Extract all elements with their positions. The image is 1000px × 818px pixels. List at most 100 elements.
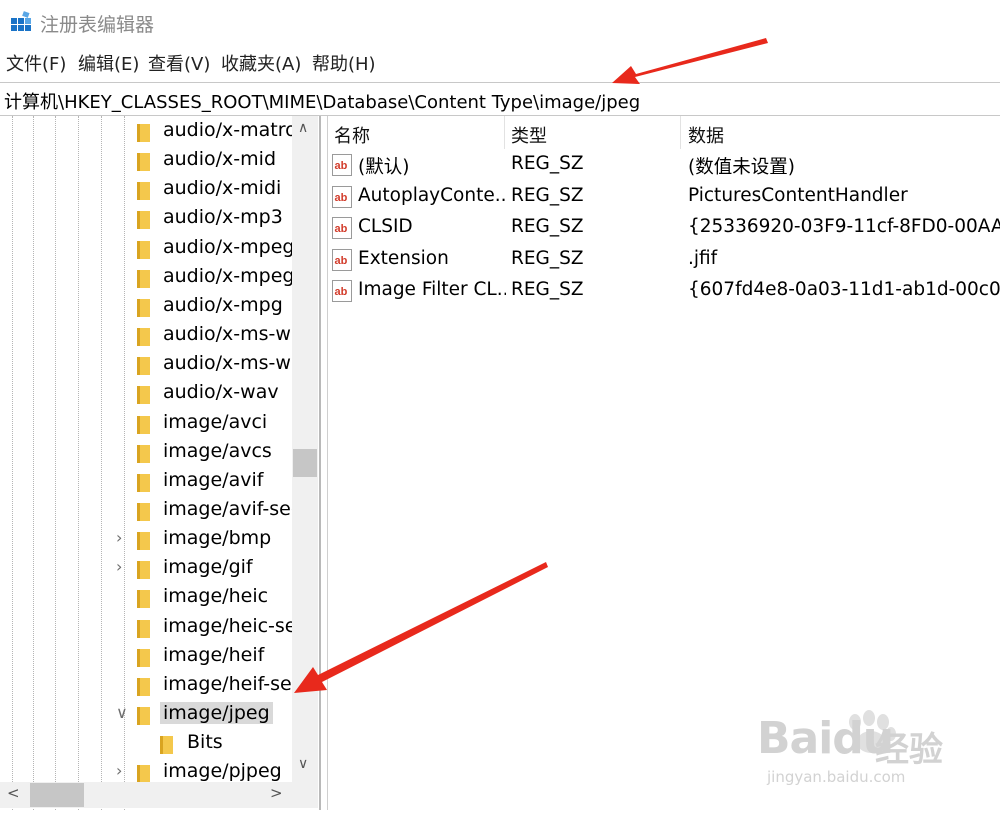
menu-edit[interactable]: 编辑(E) xyxy=(78,50,139,76)
folder-icon xyxy=(137,677,150,696)
scroll-down-icon[interactable]: ∨ xyxy=(298,756,308,772)
tree-item[interactable]: audio/x-mpegu xyxy=(0,264,307,293)
value-name[interactable]: (默认) xyxy=(358,153,506,179)
tree-item[interactable]: audio/x-wav xyxy=(0,380,292,409)
value-row[interactable]: ab (默认) REG_SZ (数值未设置) xyxy=(328,151,1000,181)
expand-icon[interactable]: › xyxy=(116,528,122,547)
tree-item-label[interactable]: audio/x-mpg xyxy=(163,294,283,316)
string-value-icon: ab xyxy=(332,185,352,208)
tree-hscroll-thumb[interactable] xyxy=(30,783,84,807)
key-tree-pane[interactable]: audio/x-matros audio/x-mid audio/x-midi aud… xyxy=(0,116,321,810)
value-data: {25336920-03F9-11cf-8FD0-00AA00 xyxy=(688,216,1000,237)
menu-file[interactable]: 文件(F) xyxy=(6,50,66,76)
tree-item-label[interactable]: audio/x-ms-wa xyxy=(163,323,303,345)
tree-item-label[interactable]: audio/x-wav xyxy=(163,381,279,403)
tree-item-label[interactable]: image/avif xyxy=(163,469,263,491)
value-row[interactable]: ab Extension REG_SZ .jfif xyxy=(328,246,1000,276)
tree-item-label[interactable]: image/bmp xyxy=(163,527,271,549)
tree-item-label[interactable]: image/jpeg xyxy=(160,702,273,724)
tree-vscroll-thumb[interactable] xyxy=(293,449,317,477)
tree-item[interactable]: audio/x-ms-wa xyxy=(0,322,303,351)
tree-item-label[interactable]: audio/x-ms-wn xyxy=(163,352,303,374)
value-row[interactable]: ab Image Filter CL... REG_SZ {607fd4e8-0a03… xyxy=(328,277,1000,307)
tree-item[interactable]: image/heic-sec xyxy=(0,614,307,643)
tree-item-label[interactable]: image/avif-seq xyxy=(163,498,303,520)
tree-item[interactable]: image/heif xyxy=(0,643,292,672)
string-value-icon: ab xyxy=(332,280,352,302)
menu-favorites[interactable]: 收藏夹(A) xyxy=(221,50,301,76)
tree-horizontal-scrollbar[interactable]: < > xyxy=(0,782,292,808)
values-pane[interactable]: 名称 类型 数据 ab (默认) REG_SZ (数值未设置) ab AutoplayCo… xyxy=(327,116,1000,810)
scroll-left-icon[interactable]: < xyxy=(7,784,20,802)
value-data: .jfif xyxy=(688,247,718,269)
menu-help[interactable]: 帮助(H) xyxy=(312,50,376,76)
tree-item[interactable]: › image/gif xyxy=(0,555,292,584)
tree-item[interactable]: audio/x-matros xyxy=(0,118,307,147)
string-value-icon: ab xyxy=(332,217,352,239)
scrollbar-corner xyxy=(292,782,318,808)
collapse-icon[interactable]: ∨ xyxy=(116,703,128,722)
folder-icon xyxy=(137,444,150,463)
folder-icon xyxy=(137,269,150,288)
value-name[interactable]: Image Filter CL... xyxy=(358,279,506,300)
tree-item-label[interactable]: audio/x-matros xyxy=(163,119,307,141)
tree-item-label[interactable]: image/avci xyxy=(163,411,267,433)
value-icon-text: ab xyxy=(335,160,348,172)
folder-icon xyxy=(160,736,173,755)
tree-item-label[interactable]: audio/x-mpegu xyxy=(163,265,307,287)
value-type: REG_SZ xyxy=(511,247,584,269)
value-name[interactable]: CLSID xyxy=(358,216,506,237)
value-data: PicturesContentHandler xyxy=(688,184,908,206)
tree-item-label[interactable]: audio/x-mp3 xyxy=(163,206,283,228)
tree-item-label[interactable]: image/gif xyxy=(163,556,253,578)
value-row[interactable]: ab AutoplayConte... REG_SZ PicturesContentH… xyxy=(328,183,1000,213)
tree-item[interactable]: ∨ image/jpeg xyxy=(0,701,292,730)
tree-item[interactable]: › image/bmp xyxy=(0,526,292,555)
tree-item[interactable]: Bits xyxy=(0,730,292,759)
folder-icon xyxy=(137,532,150,551)
value-row[interactable]: ab CLSID REG_SZ {25336920-03F9-11cf-8FD0-00… xyxy=(328,214,1000,244)
tree-item-label[interactable]: audio/x-midi xyxy=(163,177,281,199)
tree-item[interactable]: image/avif-seq xyxy=(0,497,303,526)
tree-item[interactable]: audio/x-mp3 xyxy=(0,205,292,234)
tree-item[interactable]: audio/x-mid xyxy=(0,147,292,176)
column-divider[interactable] xyxy=(680,116,681,149)
regedit-icon xyxy=(11,11,31,31)
expand-icon[interactable]: › xyxy=(116,761,122,780)
value-type: REG_SZ xyxy=(511,184,584,206)
tree-vertical-scrollbar[interactable]: ∧ ∨ xyxy=(292,116,318,782)
address-path[interactable]: 计算机\HKEY_CLASSES_ROOT\MIME\Database\Cont… xyxy=(4,88,640,114)
tree-item[interactable]: audio/x-ms-wn xyxy=(0,351,303,380)
tree-item-label[interactable]: image/heif xyxy=(163,644,264,666)
column-divider[interactable] xyxy=(504,116,505,149)
address-bar[interactable]: 计算机\HKEY_CLASSES_ROOT\MIME\Database\Cont… xyxy=(0,82,1000,116)
tree-item-label[interactable]: audio/x-mpeg xyxy=(163,236,294,258)
folder-icon xyxy=(137,473,150,492)
expand-icon[interactable]: › xyxy=(116,557,122,576)
tree-item-label[interactable]: image/avcs xyxy=(163,440,272,462)
folder-icon xyxy=(137,298,150,317)
tree-item[interactable]: image/avif xyxy=(0,468,292,497)
tree-item-label[interactable]: image/heif-seq xyxy=(163,673,304,695)
value-name[interactable]: Extension xyxy=(358,248,506,269)
tree-item-label[interactable]: audio/x-mid xyxy=(163,148,276,170)
tree-item[interactable]: image/avcs xyxy=(0,439,292,468)
tree-item[interactable]: image/heif-seq xyxy=(0,672,304,701)
tree-item-label[interactable]: image/heic xyxy=(163,585,268,607)
tree-item[interactable]: image/avci xyxy=(0,410,292,439)
value-name[interactable]: AutoplayConte... xyxy=(358,185,506,206)
tree-item-label[interactable]: image/pjpeg xyxy=(163,760,282,782)
tree-item-label[interactable]: Bits xyxy=(187,731,223,753)
tree-item[interactable]: audio/x-mpeg xyxy=(0,235,294,264)
scroll-right-icon[interactable]: > xyxy=(270,784,283,802)
tree-item[interactable]: audio/x-midi xyxy=(0,176,292,205)
folder-icon xyxy=(137,619,150,638)
scroll-up-icon[interactable]: ∧ xyxy=(298,120,308,136)
tree-item[interactable]: image/heic xyxy=(0,584,292,613)
menu-view[interactable]: 查看(V) xyxy=(148,50,210,76)
tree-item[interactable]: audio/x-mpg xyxy=(0,293,292,322)
value-icon-text: ab xyxy=(335,223,348,235)
string-value-icon: ab xyxy=(332,248,352,271)
value-data: {607fd4e8-0a03-11d1-ab1d-00c04fc xyxy=(688,279,1000,300)
tree-item-label[interactable]: image/heic-sec xyxy=(163,615,307,637)
